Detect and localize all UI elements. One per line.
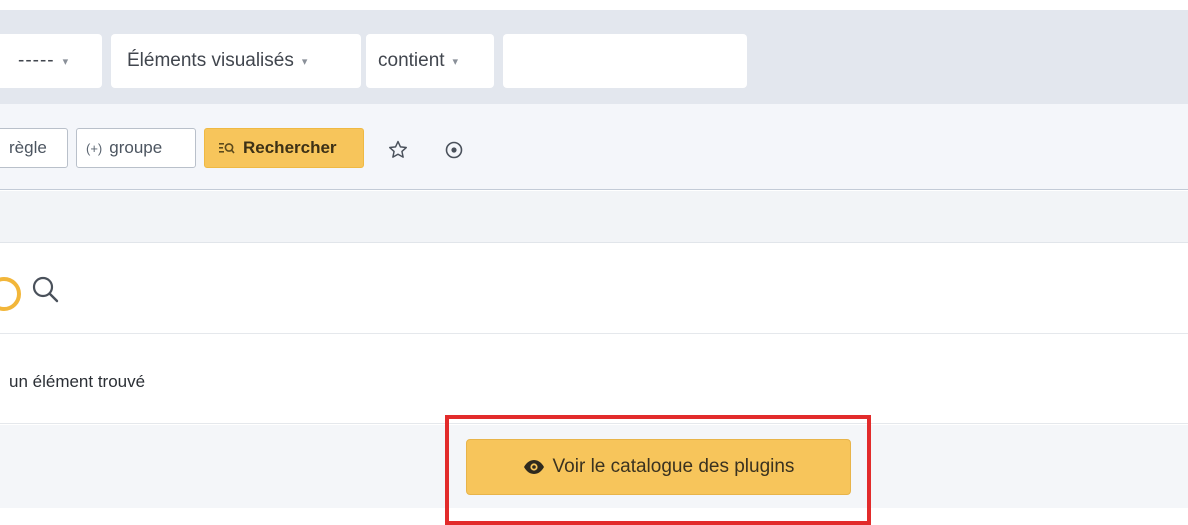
search-actions-row: règle (+) groupe Rechercher xyxy=(0,104,1188,190)
link-select[interactable]: ----- ▾ xyxy=(0,34,102,88)
loading-spinner-icon xyxy=(0,277,21,311)
criteria-value-input[interactable] xyxy=(503,34,747,88)
search-list-icon xyxy=(219,143,235,154)
operator-select[interactable]: contient ▾ xyxy=(366,34,494,88)
field-select-value: Éléments visualisés xyxy=(127,50,294,71)
save-search-button[interactable] xyxy=(384,136,412,164)
criteria-row: ----- ▾ Éléments visualisés ▾ contient ▾ xyxy=(0,10,1188,104)
search-button[interactable]: Rechercher xyxy=(204,128,364,168)
chevron-down-icon: ▾ xyxy=(301,55,308,68)
star-icon xyxy=(389,140,407,158)
separator-strip xyxy=(0,191,1188,243)
operator-select-value: contient xyxy=(378,50,445,71)
reset-icon xyxy=(445,141,463,159)
result-count-text: un élément trouvé xyxy=(9,372,146,391)
add-rule-label: règle xyxy=(9,138,47,157)
view-plugin-catalog-button[interactable]: Voir le catalogue des plugins xyxy=(466,439,851,495)
add-group-symbol: (+) xyxy=(86,140,103,156)
search-button-label: Rechercher xyxy=(243,138,337,157)
reset-search-button[interactable] xyxy=(440,136,468,164)
chevron-down-icon: ▾ xyxy=(452,55,459,68)
view-plugin-catalog-label: Voir le catalogue des plugins xyxy=(552,456,795,477)
add-rule-button[interactable]: règle xyxy=(0,128,68,168)
chevron-down-icon: ▾ xyxy=(62,55,70,68)
field-select[interactable]: Éléments visualisés ▾ xyxy=(111,34,361,88)
add-group-button[interactable]: (+) groupe xyxy=(76,128,196,168)
link-select-value: ----- xyxy=(18,50,55,71)
search-icon[interactable] xyxy=(30,274,64,308)
result-count-row: un élément trouvé xyxy=(0,334,1188,424)
list-tools-row xyxy=(0,244,1188,334)
eye-icon xyxy=(523,459,545,475)
add-group-label: groupe xyxy=(109,138,163,157)
